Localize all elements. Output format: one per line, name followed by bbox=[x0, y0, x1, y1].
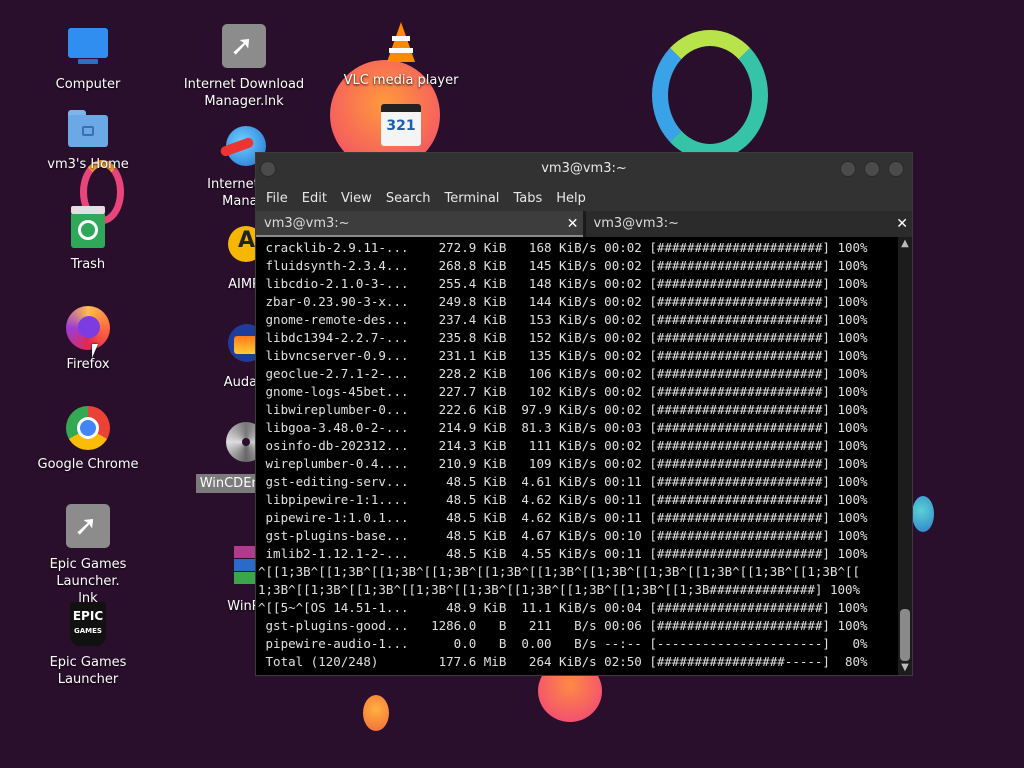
menu-tabs[interactable]: Tabs bbox=[507, 191, 550, 206]
mouse-cursor-icon bbox=[92, 344, 98, 358]
desktop-label-epic-games: Epic Games Launcher bbox=[49, 655, 127, 687]
desktop-label-vlc: VLC media player bbox=[343, 73, 459, 88]
shortcut-icon: ➚ bbox=[220, 24, 268, 72]
window-menu-icon[interactable] bbox=[260, 161, 276, 177]
minimize-icon[interactable] bbox=[840, 161, 856, 177]
desktop-icon-home[interactable]: vm3's Home bbox=[23, 104, 153, 173]
menu-help[interactable]: Help bbox=[550, 191, 594, 206]
scroll-up-icon[interactable]: ▲ bbox=[898, 237, 912, 251]
tab-2[interactable]: vm3@vm3:~ ✕ bbox=[582, 211, 912, 237]
desktop-icon-epic-games[interactable]: EPIC GAMES Epic Games Launcher bbox=[23, 602, 153, 688]
tab-1-label: vm3@vm3:~ bbox=[264, 216, 350, 231]
terminal-output-area[interactable]: cracklib-2.9.11-... 272.9 KiB 168 KiB/s … bbox=[256, 237, 912, 675]
mpc-321-icon: 321 bbox=[377, 100, 425, 148]
menu-terminal[interactable]: Terminal bbox=[438, 191, 507, 206]
vlc-cone-icon bbox=[377, 20, 425, 68]
monitor-icon bbox=[64, 24, 112, 72]
desktop-icon-epic-lnk[interactable]: ➚ Epic Games Launcher. lnk bbox=[23, 504, 153, 607]
tab-1[interactable]: vm3@vm3:~ ✕ bbox=[256, 211, 583, 237]
wallpaper-orange-small bbox=[363, 695, 389, 731]
scrollbar-thumb[interactable] bbox=[900, 609, 910, 661]
wallpaper-green-ring bbox=[652, 30, 768, 160]
desktop-label-firefox: Firefox bbox=[66, 357, 110, 372]
terminal-titlebar[interactable]: vm3@vm3:~ bbox=[256, 153, 912, 185]
epic-games-icon: EPIC GAMES bbox=[64, 602, 112, 650]
tab-close-icon[interactable]: ✕ bbox=[896, 211, 908, 237]
desktop-label-trash: Trash bbox=[70, 257, 106, 272]
terminal-window[interactable]: vm3@vm3:~ File Edit View Search Terminal… bbox=[255, 152, 913, 676]
menubar: File Edit View Search Terminal Tabs Help bbox=[256, 185, 912, 211]
home-folder-icon bbox=[64, 104, 112, 152]
desktop-icon-computer[interactable]: Computer bbox=[23, 24, 153, 93]
desktop-label-epic-lnk: Epic Games Launcher. lnk bbox=[49, 557, 127, 606]
desktop-icon-chrome[interactable]: Google Chrome bbox=[23, 404, 153, 473]
menu-view[interactable]: View bbox=[335, 191, 380, 206]
menu-search[interactable]: Search bbox=[380, 191, 439, 206]
tab-close-icon[interactable]: ✕ bbox=[567, 211, 579, 237]
menu-file[interactable]: File bbox=[260, 191, 296, 206]
trash-icon bbox=[64, 204, 112, 252]
desktop-icon-trash[interactable]: Trash bbox=[23, 204, 153, 273]
scroll-down-icon[interactable]: ▼ bbox=[898, 661, 912, 675]
terminal-output: cracklib-2.9.11-... 272.9 KiB 168 KiB/s … bbox=[258, 240, 868, 669]
desktop-label-chrome: Google Chrome bbox=[37, 457, 139, 472]
scrollbar[interactable]: ▲ ▼ bbox=[898, 237, 912, 675]
desktop-icon-firefox[interactable]: Firefox bbox=[23, 304, 153, 373]
wallpaper-blue-oval bbox=[912, 496, 934, 532]
maximize-icon[interactable] bbox=[864, 161, 880, 177]
tab-bar: vm3@vm3:~ ✕ vm3@vm3:~ ✕ bbox=[256, 211, 912, 237]
window-title: vm3@vm3:~ bbox=[541, 161, 627, 176]
menu-edit[interactable]: Edit bbox=[296, 191, 335, 206]
desktop-label-home: vm3's Home bbox=[47, 157, 129, 172]
firefox-icon bbox=[64, 304, 112, 352]
mpc-321-text: 321 bbox=[386, 118, 416, 134]
tab-2-label: vm3@vm3:~ bbox=[593, 216, 680, 231]
desktop-label-computer: Computer bbox=[55, 77, 121, 92]
chrome-icon bbox=[64, 404, 112, 452]
desktop-label-idm-lnk: Internet Download Manager.lnk bbox=[183, 77, 305, 109]
desktop-icon-idm-lnk[interactable]: ➚ Internet Download Manager.lnk bbox=[179, 24, 309, 110]
desktop-icon-vlc[interactable]: VLC media player bbox=[336, 20, 466, 89]
close-icon[interactable] bbox=[888, 161, 904, 177]
desktop-icon-mpc[interactable]: 321 bbox=[336, 100, 466, 152]
shortcut-icon: ➚ bbox=[64, 504, 112, 552]
